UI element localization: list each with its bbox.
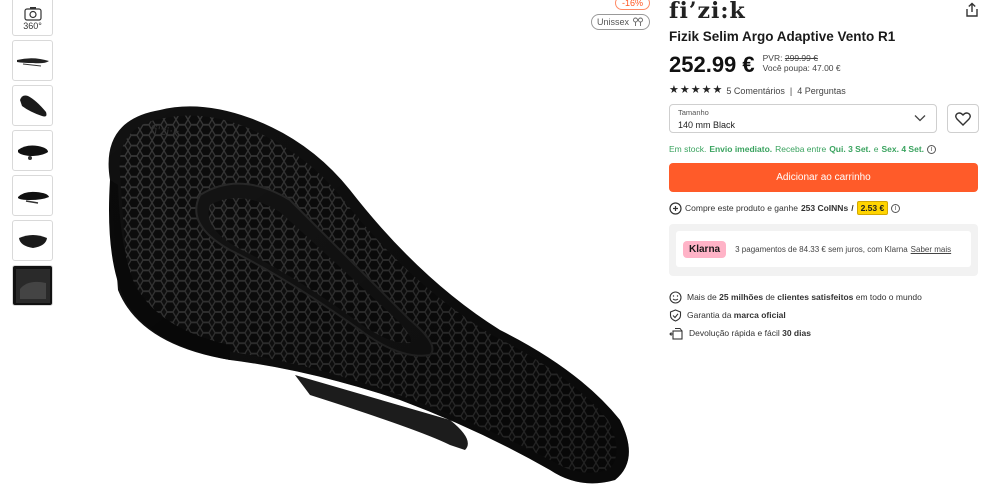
- star-icon: ★: [712, 84, 723, 96]
- benefit-text: Mais de: [687, 292, 717, 302]
- chevron-down-icon: [914, 115, 926, 122]
- discount-badge: -16%: [614, 0, 650, 10]
- pvr-label: PVR:: [762, 53, 783, 63]
- price-row: 252.99 € PVR: 299.99 € Você poupa: 47.00…: [669, 52, 980, 80]
- rating-row: ★ ★ ★ ★ ★ 5 Comentários | 4 Perguntas: [669, 85, 980, 96]
- product-title: Fizik Selim Argo Adaptive Vento R1: [669, 29, 896, 44]
- size-select-label: Tamanho: [678, 108, 709, 117]
- heart-icon: [955, 111, 971, 126]
- delivery-date-start: Qui. 3 Set.: [829, 144, 871, 154]
- benefit-highlight: 25 milhões: [719, 292, 764, 302]
- savings-text: Você poupa: 47.00 €: [762, 63, 841, 73]
- benefit-text: Devolução rápida e fácil: [689, 328, 780, 338]
- share-icon[interactable]: [964, 2, 980, 18]
- coins-prefix: Compre este produto e ganhe: [685, 203, 798, 213]
- unisex-icon: [633, 17, 643, 26]
- smiley-icon: [669, 290, 682, 304]
- coins-icon: [669, 201, 682, 215]
- spin-label: 360°: [23, 20, 42, 31]
- benefit-text: em todo o mundo: [855, 292, 922, 302]
- price-details: PVR: 299.99 € Você poupa: 47.00 €: [763, 53, 841, 73]
- separator: |: [789, 85, 793, 96]
- info-icon[interactable]: i: [927, 144, 937, 154]
- klarna-logo: Klarna: [683, 240, 727, 258]
- benefit-warranty: Garantia da marca oficial: [669, 306, 980, 324]
- saddle-image: fi'zi:k: [108, 106, 629, 484]
- thumbnail-angle-view[interactable]: [12, 85, 53, 126]
- shield-check-icon: [669, 308, 682, 322]
- klarna-box: Klarna 3 pagamentos de 84.33 € sem juros…: [669, 224, 978, 276]
- benefit-highlight: marca oficial: [733, 310, 786, 320]
- delivery-date-end: Sex. 4 Set.: [881, 144, 925, 154]
- stock-info: Em stock. Envio imediato. Receba entre Q…: [669, 144, 980, 154]
- product-info-panel: fi’zi:k Fizik Selim Argo Adaptive Vento …: [669, 0, 980, 342]
- benefit-text: de: [765, 292, 775, 302]
- coins-value-badge: 2.53 €: [856, 201, 889, 215]
- star-rating[interactable]: ★ ★ ★ ★ ★: [669, 85, 722, 96]
- benefit-highlight: 30 dias: [782, 328, 811, 338]
- reviews-link[interactable]: 5 Comentários: [726, 86, 785, 96]
- benefit-customers: Mais de 25 milhões de clientes satisfeit…: [669, 288, 980, 306]
- size-row: Tamanho 140 mm Black: [669, 104, 980, 133]
- coins-amount: 253 CoINNs: [800, 203, 849, 213]
- shipping-status: Envio imediato.: [709, 144, 773, 154]
- thumbnail-top-angle-view[interactable]: [12, 130, 53, 171]
- original-price: 299.99 €: [784, 53, 818, 63]
- product-page: 360° fi'zi:k -16% Unissex fi’zi:k Fizik …: [0, 0, 1000, 489]
- add-to-cart-button[interactable]: Adicionar ao carrinho: [669, 163, 978, 192]
- thumbnail-360-view[interactable]: 360°: [12, 0, 53, 36]
- size-select-value: 140 mm Black: [678, 120, 736, 130]
- questions-link[interactable]: 4 Perguntas: [797, 86, 846, 96]
- klarna-learn-more-link[interactable]: Saber mais: [911, 245, 951, 254]
- thumbnail-list: 360°: [12, 0, 54, 310]
- benefits-list: Mais de 25 milhões de clientes satisfeit…: [669, 288, 980, 342]
- benefit-returns: Devolução rápida e fácil 30 dias: [669, 324, 980, 342]
- coins-info: Compre este produto e ganhe 253 CoINNs /…: [669, 201, 980, 215]
- info-icon[interactable]: i: [891, 203, 901, 213]
- benefit-highlight: clientes satisfeitos: [777, 292, 854, 302]
- thumbnail-profile-view[interactable]: [12, 175, 53, 216]
- delivery-and: e: [873, 144, 879, 154]
- thumbnail-rear-view[interactable]: [12, 220, 53, 261]
- star-icon: ★: [669, 84, 679, 96]
- size-select[interactable]: Tamanho 140 mm Black: [669, 104, 937, 133]
- gender-badge: Unissex: [590, 14, 650, 30]
- delivery-prefix: Receba entre: [775, 144, 827, 154]
- klarna-text: 3 pagamentos de 84.33 € sem juros, com K…: [735, 244, 908, 254]
- star-icon: ★: [679, 84, 690, 96]
- wishlist-button[interactable]: [947, 104, 979, 133]
- klarna-banner: Klarna 3 pagamentos de 84.33 € sem juros…: [676, 231, 971, 267]
- thumbnail-side-view[interactable]: [12, 40, 53, 81]
- coins-slash: /: [851, 203, 854, 213]
- star-icon: ★: [701, 84, 712, 96]
- thumbnail-detail-view[interactable]: [12, 265, 53, 306]
- main-product-image[interactable]: fi'zi:k -16% Unissex: [80, 0, 650, 489]
- benefit-text: Garantia da: [687, 310, 732, 320]
- star-icon: ★: [690, 84, 701, 96]
- current-price: 252.99 €: [669, 52, 755, 77]
- stock-status: Em stock.: [669, 144, 707, 154]
- brand-logo[interactable]: fi’zi:k: [669, 0, 980, 24]
- gender-label: Unissex: [596, 17, 629, 27]
- return-box-icon: [669, 327, 683, 340]
